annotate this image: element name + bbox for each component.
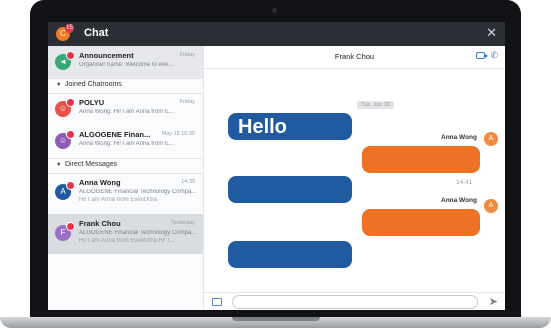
- sender-name: Anna Wong: [441, 197, 477, 204]
- conversation-name: Anna Wong: [79, 178, 121, 187]
- conversation-frank-chou[interactable]: F Frank Chou Yesterday ALGOGENE Financia…: [48, 214, 203, 254]
- conversation-name: ALGOGENE Finan...: [79, 130, 151, 139]
- unread-badge: [66, 222, 75, 231]
- conversation-preview: Anna Wong: Hi! I am Anna from E...: [79, 141, 174, 147]
- conversation-time: Friday: [179, 99, 195, 105]
- sender-name: Anna Wong: [441, 134, 477, 141]
- sender-avatar: A: [484, 199, 498, 213]
- window-title: Chat: [84, 27, 109, 39]
- section-joined-chatrooms[interactable]: ▼ Joined Chatrooms: [48, 78, 203, 94]
- conversation-sidebar: ◄ Announcement Friday Organiser name: We…: [48, 46, 204, 310]
- conversation-polyu[interactable]: ☺ POLYU Friday Anna Wong: Hi! I am Anna …: [48, 93, 203, 125]
- conversation-preview: Hi! I am Anna from EventXtra.: [79, 197, 159, 203]
- camera-dot: [272, 8, 277, 13]
- unread-badge: [66, 130, 75, 139]
- conversation-preview: Organiser name: Welcome to eve...: [79, 62, 174, 68]
- conversation-company: ALGOGENE Financial Technology Compa...: [79, 230, 197, 236]
- caret-down-icon: ▼: [56, 162, 62, 168]
- section-label: Joined Chatrooms: [65, 81, 122, 88]
- conversation-time: 14:39: [181, 179, 195, 185]
- conversation-name: POLYU: [79, 98, 105, 107]
- message-input[interactable]: [232, 295, 478, 309]
- caret-down-icon: ▼: [56, 82, 62, 88]
- unread-badge: [66, 51, 75, 60]
- message-timestamp: 14:41: [456, 179, 473, 186]
- chat-header: Frank Chou ✆: [204, 46, 505, 69]
- close-icon[interactable]: ✕: [486, 25, 497, 41]
- unread-badge: [66, 181, 75, 190]
- conversation-time: May 18 10:30: [161, 131, 195, 137]
- conversation-preview: Hi! I am Anna from EventXtra.Hi! I...: [79, 238, 175, 244]
- laptop-notch: [232, 317, 320, 321]
- attach-folder-icon[interactable]: [212, 298, 222, 306]
- title-bar: C 15 Chat ✕: [48, 22, 505, 46]
- phone-call-icon[interactable]: ✆: [490, 50, 498, 61]
- message-bubble-received[interactable]: [228, 176, 352, 203]
- conversation-name: Announcement: [79, 51, 134, 60]
- send-icon[interactable]: ➤: [489, 295, 498, 308]
- section-label: Direct Messages: [65, 161, 118, 168]
- conversation-algogene[interactable]: ☺ ALGOGENE Finan... May 18 10:30 Anna Wo…: [48, 125, 203, 157]
- conversation-anna-wong[interactable]: A Anna Wong 14:39 ALGOGENE Financial Tec…: [48, 173, 203, 213]
- notification-badge: 15: [65, 24, 74, 33]
- section-direct-messages[interactable]: ▼ Direct Messages: [48, 158, 203, 174]
- message-bubble-received[interactable]: [228, 241, 352, 268]
- contact-name: Frank Chou: [334, 52, 375, 61]
- conversation-preview: Anna Wong: Hi! I am Anna from E...: [79, 109, 174, 115]
- conversation-company: ALGOGENE Financial Technology Compa...: [79, 189, 197, 195]
- conversation-time: Friday: [179, 52, 195, 58]
- message-text: Hello: [238, 116, 287, 138]
- date-separator: Tue, Jun 18: [357, 101, 394, 109]
- sender-avatar: A: [484, 132, 498, 146]
- conversation-announcement[interactable]: ◄ Announcement Friday Organiser name: We…: [48, 46, 203, 78]
- conversation-time: Yesterday: [170, 220, 195, 226]
- message-bubble-sent[interactable]: [362, 209, 480, 236]
- video-call-icon[interactable]: [476, 52, 488, 59]
- message-bubble-sent[interactable]: [362, 146, 480, 173]
- message-input-bar: ➤: [204, 292, 505, 310]
- unread-badge: [66, 98, 75, 107]
- app-screen: C 15 Chat ✕ ◄ Announcement Friday Organi…: [48, 22, 505, 310]
- message-bubble-received[interactable]: Hello: [228, 113, 352, 140]
- conversation-name: Frank Chou: [79, 219, 121, 228]
